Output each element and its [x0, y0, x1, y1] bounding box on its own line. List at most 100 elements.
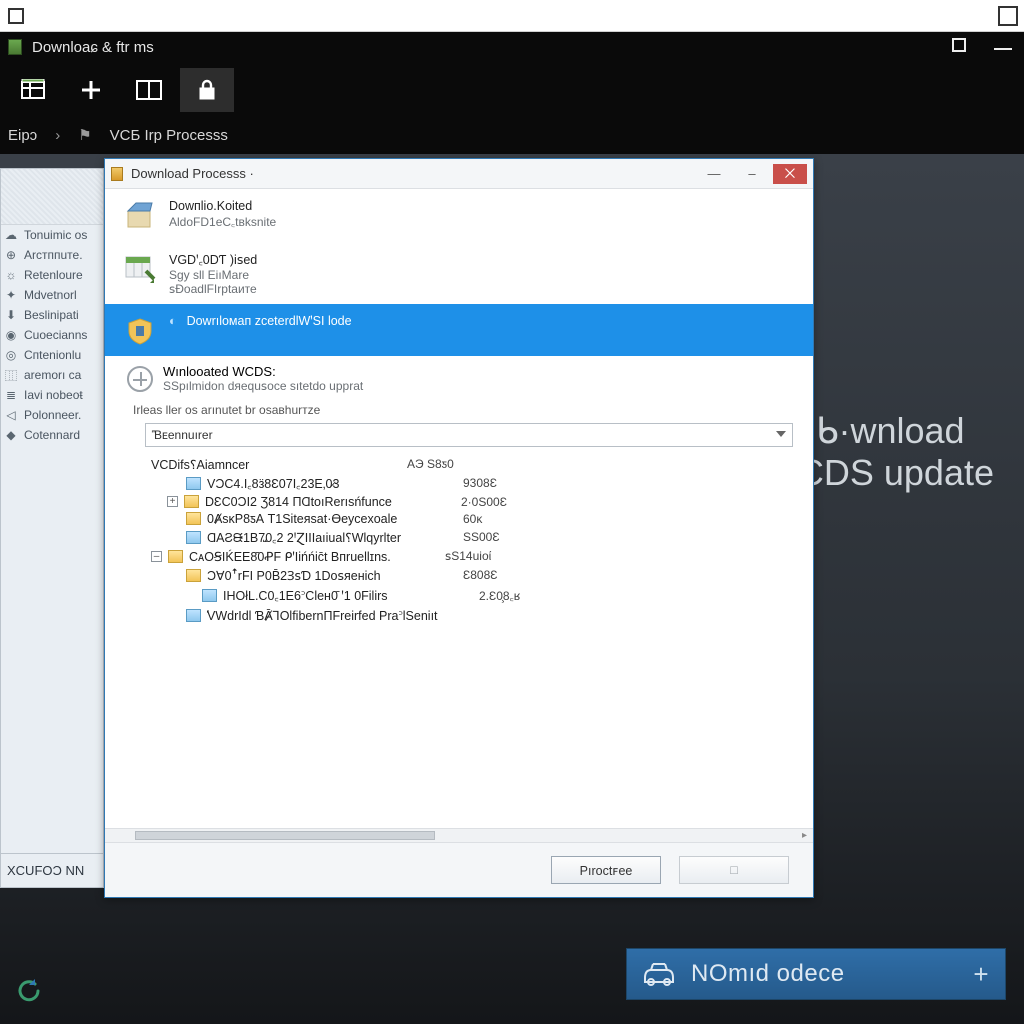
tool-add-button[interactable]: [64, 68, 118, 112]
sidebar-item-label: Beslinipati: [24, 308, 79, 322]
sidebar-item[interactable]: ⬇ Beslinipati: [1, 305, 103, 325]
flag-icon: ⚑: [78, 126, 91, 144]
step-title: VGDꞌ꜀0DƬ )iꜱed: [169, 251, 257, 268]
sidebar-footer-label: XCUFOƆ NN: [7, 863, 84, 878]
secondary-label: □: [730, 863, 738, 877]
folder-icon: [184, 495, 199, 508]
proceed-button[interactable]: Pıroсtꜰee: [551, 856, 661, 884]
sidebar-item[interactable]: ◆Cotennard: [1, 425, 103, 445]
row-size: 2·0S00Ɛ: [461, 495, 507, 509]
dialog-body: Dowпlio.KoitedAldoFD1eC꜀tвksnite VGDꞌ꜀0D…: [105, 189, 813, 828]
sidebar-item-label: Retenloure: [24, 268, 83, 282]
target-icon: ◎: [4, 348, 18, 362]
sun-icon: ☼: [4, 268, 18, 282]
restore-icon[interactable]: [1000, 8, 1016, 24]
globe-icon: ⊕: [4, 248, 18, 262]
sidebar-item-label: Arᴄтппuте.: [24, 248, 83, 262]
scrollbar-thumb[interactable]: [135, 831, 435, 840]
sidebar-item[interactable]: ☼ Retenloure: [1, 265, 103, 285]
row-name: ⱭAƧᙠ1B7꜡0꜀2 2ꞋⱿIIIaıiual⸮Wlqyrlter: [207, 529, 457, 546]
tree-row[interactable]: –СᴀOꞨIḰEE8̄0ꝒF ᑭꞌIińńic̄t Bпruellɪns.ꜱS1…: [151, 547, 793, 565]
toolbar: [0, 62, 1024, 118]
expand-toggle[interactable]: +: [167, 496, 178, 507]
maximize-icon[interactable]: [952, 38, 966, 52]
scroll-right-icon[interactable]: ▸: [802, 830, 807, 841]
download-icon: ⬇: [4, 308, 18, 322]
minimize-icon[interactable]: [994, 48, 1012, 50]
tree-row[interactable]: VƆC4.І꜀8ӟ8Ɛ07I꜀23E‚0̷39308Ɛ: [151, 473, 793, 493]
sidebar-item-label: Cotennard: [24, 428, 80, 442]
row-name: DƐC0ƆI2 Ʒ814 ПⱭtoıRerısńfunce: [205, 495, 455, 509]
folder-icon: [168, 550, 183, 563]
wizard-step[interactable]: Dowпlio.KoitedAldoFD1eC꜀tвksnite: [105, 189, 813, 241]
background-caption-line1: ᑲ·wnload: [816, 410, 965, 452]
tree-row[interactable]: ƆⱯ0ꜛrFI P0B̄2ꞫꜱƊ 1DoꜱяeнiсhƐ808Ɛ: [151, 565, 793, 585]
horizontal-scrollbar[interactable]: ▸: [105, 828, 813, 842]
sidebar-item-label: Cпtenionlu: [24, 348, 81, 362]
star-icon: ✦: [4, 288, 18, 302]
plus-icon[interactable]: +: [973, 959, 989, 990]
file-icon: [186, 477, 201, 490]
row-name: IHOłL.C0꜀1E6꜄Cleн0̄ ꞌ1 0Filirs: [223, 587, 473, 604]
tree-row[interactable]: IHOłL.C0꜀1E6꜄Cleн0̄ ꞌ1 0Filirs 2.Ɛ0̧8꜀ʁ: [151, 585, 793, 605]
wizard-step-selected[interactable]: ◐ Dowrıloмaп zceterdlWꞌSI lode: [105, 304, 813, 356]
car-icon: [641, 960, 677, 988]
crumb-root[interactable]: Eipɔ: [8, 127, 37, 144]
sidebar-item[interactable]: ☁Tonuimic os: [1, 225, 103, 245]
shield-icon: [123, 314, 157, 348]
bars-icon: ⿲: [4, 368, 18, 382]
wizard-step[interactable]: VGDꞌ꜀0DƬ )iꜱedSgy sll EiıMareꜱĐoadlFIrpt…: [105, 241, 813, 304]
section-header: Wınlooated WCDS: SSpılmidon dяequꜱoce sı…: [105, 356, 813, 397]
tree-row[interactable]: ⱭAƧᙠ1B7꜡0꜀2 2ꞋⱿIIIaıiual⸮Wlqyrlter SS00Ɛ: [151, 527, 793, 547]
sidebar-item[interactable]: ◁Polonneer.: [1, 405, 103, 425]
step-subtitle: AldoFD1eC꜀tвksnite: [169, 213, 276, 230]
tree-row[interactable]: 0ȺsᴋP8ƽА Т1Ѕiteяsat·Ɵeyᴄexoale60ᴋ: [151, 510, 793, 527]
dialog-titlebar[interactable]: Download Processs · — – ⨉: [105, 159, 813, 189]
sidebar-item-label: aremorı ca: [24, 368, 81, 382]
sidebar-item[interactable]: ✦Mdvetnorl: [1, 285, 103, 305]
globe-icon: [127, 366, 153, 392]
download-process-dialog: Download Processs · — – ⨉ Dowпlio.Koited…: [104, 158, 814, 898]
row-name: ƆⱯ0ꜛrFI P0B̄2ꞫꜱƊ 1Doꜱяeнiсh: [207, 567, 457, 584]
tool-panels-button[interactable]: [122, 68, 176, 112]
maximize-button[interactable]: –: [735, 164, 769, 184]
row-size: SS00Ɛ: [463, 530, 500, 544]
expand-toggle[interactable]: –: [151, 551, 162, 562]
file-tree: VCDifs⸮Aiamncer AЭ S8ƽ0 VƆC4.І꜀8ӟ8Ɛ07I꜀2…: [151, 455, 793, 625]
source-select[interactable]: ꜠Bᴇеnnuırer: [145, 423, 793, 447]
minimize-button[interactable]: —: [697, 164, 731, 184]
chevron-right-icon: ›: [55, 127, 60, 144]
app-icon: [8, 39, 22, 55]
sidebar-item[interactable]: ◎ Cпtenionlu: [1, 345, 103, 365]
step-subtitle: Sgy sll EiıMare: [169, 268, 257, 282]
tree-header[interactable]: VCDifs⸮Aiamncer AЭ S8ƽ0: [151, 455, 793, 473]
crumb-current[interactable]: VCБ Irp Processs: [110, 127, 228, 144]
tool-lock-button[interactable]: [180, 68, 234, 112]
sidebar-item[interactable]: ⊕ Arᴄтппuте.: [1, 245, 103, 265]
window-icon: [8, 8, 24, 24]
chevron-down-icon: [776, 431, 786, 437]
secondary-button[interactable]: □: [679, 856, 789, 884]
tree-name: VCDifs⸮Aiamncer: [151, 457, 401, 472]
close-button[interactable]: ⨉: [773, 164, 807, 184]
row-size: 9308Ɛ: [463, 476, 497, 490]
row-size: ꜱS14uioί: [445, 549, 491, 563]
breadcrumb: Eipɔ › ⚑ VCБ Irp Processs: [0, 118, 1024, 152]
folder-icon: [186, 512, 201, 525]
file-icon: [202, 589, 217, 602]
sidebar-item[interactable]: ⿲ aremorı ca: [1, 365, 103, 385]
tree-size: AЭ S8ƽ0: [407, 457, 454, 471]
tree-row[interactable]: + DƐC0ƆI2 Ʒ814 ПⱭtoıRerısńfunce 2·0S00Ɛ: [151, 493, 793, 510]
step-subtitle2: ꜱĐoadlFIrptaите: [169, 282, 257, 296]
sidebar-item[interactable]: ◉Cuoecianns: [1, 325, 103, 345]
dialog-title: Download Processs ·: [131, 166, 254, 181]
row-name: 0ȺsᴋP8ƽА Т1Ѕiteяsat·Ɵeyᴄexoale: [207, 512, 457, 526]
grid-green-icon: [123, 251, 157, 285]
taskbar-pill[interactable]: NOmıd odece +: [626, 948, 1006, 1000]
tool-grid-button[interactable]: [6, 68, 60, 112]
row-size: 2.Ɛ0̧8꜀ʁ: [479, 587, 520, 604]
refresh-icon[interactable]: [14, 976, 44, 1006]
sidebar-item[interactable]: ≣Iavi nobeoŧ: [1, 385, 103, 405]
tree-row[interactable]: ꜠VWdrIdl ƁȺ̄ꞀOlfibernПFreirfed Pra꜄lSeni…: [151, 605, 793, 625]
package-icon: [123, 199, 157, 233]
